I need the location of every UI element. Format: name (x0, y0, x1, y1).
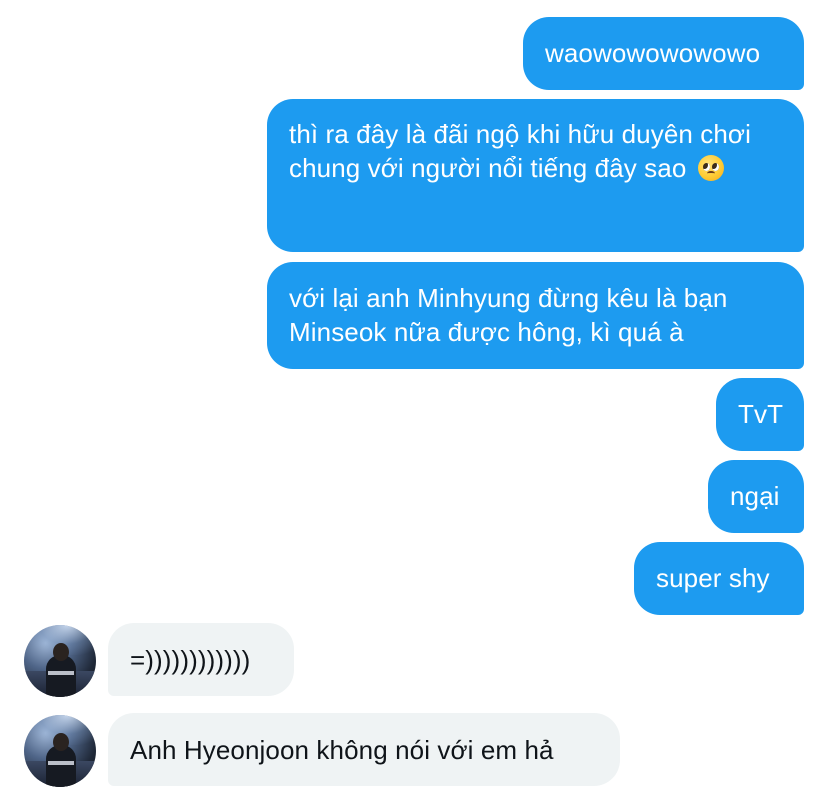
pleading-face-emoji-icon (697, 155, 724, 181)
avatar-jersey-text (48, 671, 74, 675)
sent-message[interactable]: thì ra đây là đãi ngộ khi hữu duyên chơi… (267, 99, 804, 252)
avatar-person-silhouette (46, 745, 76, 787)
conversation-thread: waowowowowowo thì ra đây là đãi ngộ khi … (0, 0, 828, 800)
received-message[interactable]: Anh Hyeonjoon không nói với em hả (108, 713, 620, 786)
message-text: với lại anh Minhyung đừng kêu là bạn Min… (289, 283, 728, 347)
message-text: ngại (730, 481, 780, 511)
message-text: =)))))))))))) (130, 645, 251, 675)
message-text: TvT (738, 399, 784, 429)
message-text: thì ra đây là đãi ngộ khi hữu duyên chơi… (289, 119, 751, 183)
avatar[interactable] (24, 715, 96, 787)
avatar-jersey-text (48, 761, 74, 765)
avatar[interactable] (24, 625, 96, 697)
sent-message[interactable]: TvT (716, 378, 804, 451)
sent-message[interactable]: super shy (634, 542, 804, 615)
avatar-head (53, 643, 69, 661)
message-text: super shy (656, 563, 770, 593)
received-message[interactable]: =)))))))))))) (108, 623, 294, 696)
sent-message[interactable]: ngại (708, 460, 804, 533)
avatar-head (53, 733, 69, 751)
message-text: waowowowowowo (545, 38, 761, 68)
sent-message[interactable]: waowowowowowo (523, 17, 804, 90)
sent-message[interactable]: với lại anh Minhyung đừng kêu là bạn Min… (267, 262, 804, 369)
message-text: Anh Hyeonjoon không nói với em hả (130, 735, 554, 765)
avatar-person-silhouette (46, 655, 76, 697)
